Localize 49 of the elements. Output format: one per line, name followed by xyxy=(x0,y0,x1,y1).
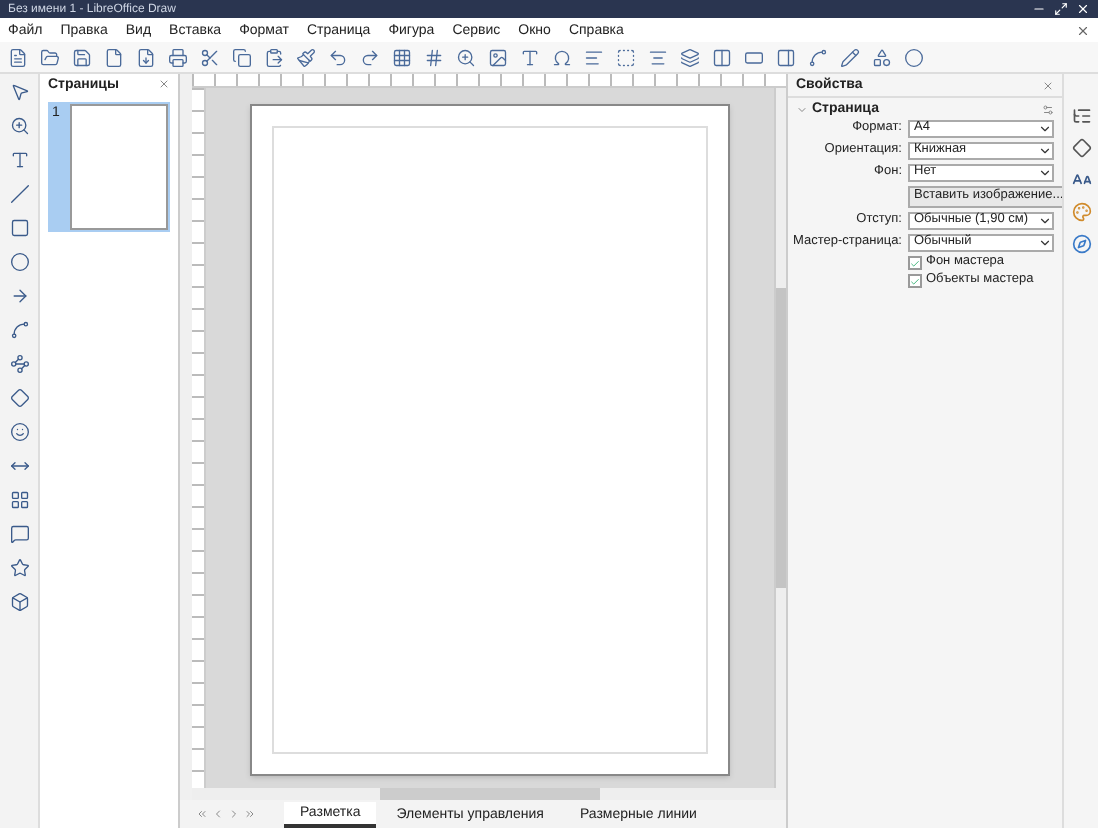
rectangle-icon[interactable] xyxy=(9,218,29,238)
zoom-icon[interactable] xyxy=(9,116,29,136)
diamond-icon[interactable] xyxy=(1071,138,1091,158)
close-document-icon[interactable] xyxy=(1076,23,1090,37)
zoom-icon[interactable] xyxy=(456,47,476,67)
maximize-icon[interactable] xyxy=(1054,2,1068,16)
minimize-icon[interactable] xyxy=(1032,2,1046,16)
curve-icon[interactable] xyxy=(9,320,29,340)
page-preview xyxy=(70,104,168,230)
paste-icon[interactable] xyxy=(264,47,284,67)
grid-icon[interactable] xyxy=(392,47,412,67)
printer-icon[interactable] xyxy=(168,47,188,67)
scrollbar[interactable] xyxy=(774,88,786,788)
new-document-icon[interactable] xyxy=(8,47,28,67)
pointer-icon[interactable] xyxy=(9,82,29,102)
checkbox[interactable] xyxy=(908,256,922,270)
diamond-icon[interactable] xyxy=(9,388,29,408)
cube-icon[interactable] xyxy=(9,592,29,612)
first-tab-icon[interactable] xyxy=(196,808,208,820)
smiley-icon[interactable] xyxy=(9,422,29,442)
star-icon[interactable] xyxy=(9,558,29,578)
omega-icon[interactable] xyxy=(552,47,572,67)
image-icon[interactable] xyxy=(488,47,508,67)
shapes-icon[interactable] xyxy=(872,47,892,67)
copy-icon[interactable] xyxy=(232,47,252,67)
undo-icon[interactable] xyxy=(328,47,348,67)
brush-icon[interactable] xyxy=(296,47,316,67)
ellipse-icon[interactable] xyxy=(9,252,29,272)
properties-icon[interactable] xyxy=(1071,106,1091,126)
connector-icon[interactable] xyxy=(9,354,29,374)
text-icon[interactable] xyxy=(9,150,29,170)
hash-icon[interactable] xyxy=(424,47,444,67)
callout-icon[interactable] xyxy=(9,524,29,544)
line-icon[interactable] xyxy=(9,184,29,204)
checkbox[interactable] xyxy=(908,274,922,288)
arrow-icon[interactable] xyxy=(9,286,29,306)
page-icon[interactable] xyxy=(104,47,124,67)
save-icon[interactable] xyxy=(72,47,92,67)
more-options-icon[interactable] xyxy=(1042,103,1054,115)
double-arrow-icon[interactable] xyxy=(9,456,29,476)
redo-icon[interactable] xyxy=(360,47,380,67)
pencil-icon[interactable] xyxy=(840,47,860,67)
arrange-icon[interactable] xyxy=(680,47,700,67)
cut-icon[interactable] xyxy=(200,47,220,67)
last-tab-icon[interactable] xyxy=(244,808,256,820)
text-box-icon[interactable] xyxy=(520,47,540,67)
align-icon[interactable] xyxy=(648,47,668,67)
folder-icon[interactable] xyxy=(40,47,60,67)
styles-icon[interactable] xyxy=(1071,170,1091,190)
